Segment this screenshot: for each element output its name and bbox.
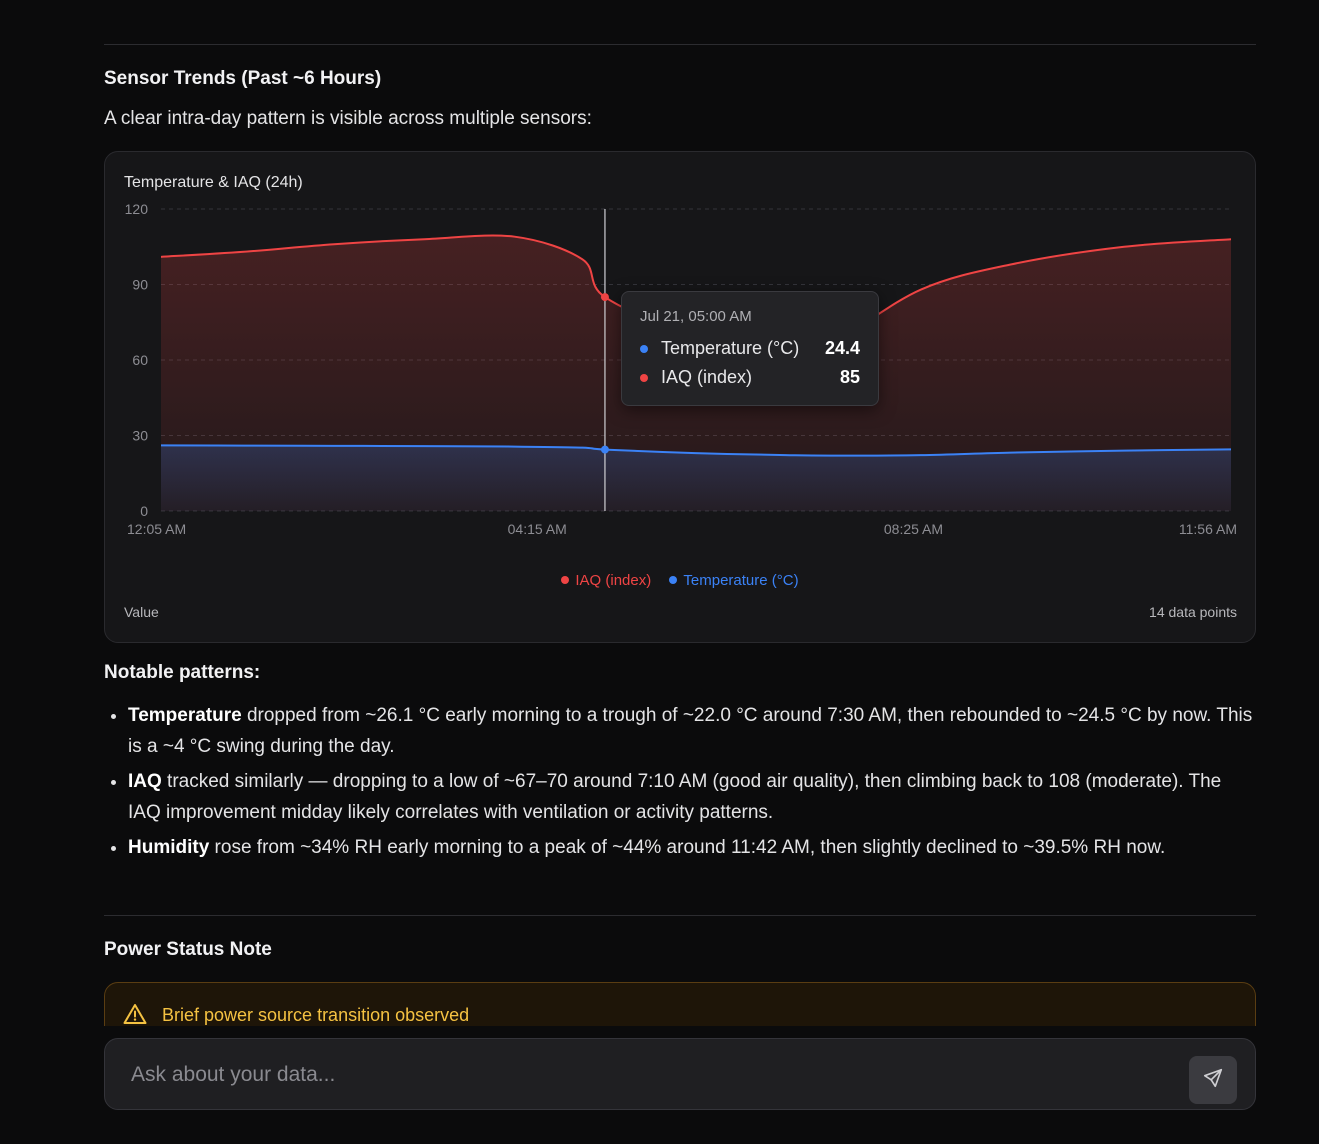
alert-text: Brief power source transition observed — [162, 1005, 470, 1025]
tooltip-series-value: 85 — [839, 367, 860, 387]
legend-label: IAQ (index) — [575, 571, 652, 589]
send-icon — [1202, 1067, 1224, 1094]
x-tick-label: 11:56 AM — [1179, 521, 1237, 537]
chart-card: Temperature & IAQ (24h) 0 30 60 90 120 12:05 … — [104, 151, 1256, 643]
warning-icon — [123, 1003, 147, 1026]
active-point-temperature — [600, 445, 609, 454]
section-title-notable-patterns: Notable patterns: — [104, 662, 261, 683]
tooltip-date: Jul 21, 05:00 AM — [640, 308, 752, 325]
y-tick-label: 30 — [132, 428, 148, 444]
divider — [104, 44, 1256, 45]
chat-input[interactable] — [129, 1039, 1173, 1111]
y-tick-label: 0 — [140, 503, 148, 519]
x-tick-label: 12:05 AM — [127, 521, 186, 537]
pattern-label: Temperature — [128, 705, 242, 726]
y-tick-label: 60 — [132, 352, 148, 368]
tooltip-dot-temperature — [640, 344, 648, 353]
legend-dot-iaq — [561, 576, 570, 584]
chat-content: Sensor Trends (Past ~6 Hours) A clear in… — [104, 0, 1256, 1026]
legend-dot-temperature — [669, 576, 678, 584]
pattern-text: tracked similarly — dropping to a low of… — [128, 771, 1222, 823]
tooltip-row: Temperature (°C) 24.4 — [640, 338, 860, 359]
trends-intro: A clear intra-day pattern is visible acr… — [104, 108, 592, 129]
x-tick-label: 08:25 AM — [884, 521, 943, 537]
tooltip-dot-iaq — [640, 373, 648, 382]
divider — [104, 915, 1256, 916]
chart-tooltip: Jul 21, 05:00 AM Temperature (°C) 24.4 I… — [621, 291, 879, 406]
chart-legend: IAQ (index) Temperature (°C) — [105, 571, 1255, 589]
chart-data-point-count: 14 data points — [1149, 604, 1237, 620]
pattern-text: dropped from ~26.1 °C early morning to a… — [128, 705, 1253, 757]
send-button[interactable] — [1189, 1056, 1237, 1104]
active-point-iaq — [600, 293, 609, 302]
y-tick-label: 120 — [125, 201, 149, 217]
legend-label: Temperature (°C) — [683, 571, 799, 589]
tooltip-row: IAQ (index) 85 — [640, 367, 860, 388]
list-item: Temperature dropped from ~26.1 °C early … — [128, 700, 1256, 762]
chart-footer-label: Value — [124, 604, 159, 620]
tooltip-series-value: 24.4 — [824, 338, 860, 358]
pattern-label: IAQ — [128, 771, 162, 792]
section-title-power-status: Power Status Note — [104, 939, 272, 960]
power-alert: Brief power source transition observed — [104, 982, 1256, 1026]
legend-item-iaq[interactable]: IAQ (index) — [561, 572, 651, 589]
x-tick-label: 04:15 AM — [508, 521, 567, 537]
pattern-text: rose from ~34% RH early morning to a pea… — [209, 837, 1166, 858]
pattern-label: Humidity — [128, 837, 210, 858]
list-item: Humidity rose from ~34% RH early morning… — [128, 832, 1256, 863]
list-item: IAQ tracked similarly — dropping to a lo… — [128, 766, 1256, 828]
tooltip-series-name: Temperature (°C) — [661, 338, 800, 358]
patterns-list: Temperature dropped from ~26.1 °C early … — [104, 700, 1256, 867]
y-tick-label: 90 — [132, 277, 148, 293]
tooltip-series-name: IAQ (index) — [661, 367, 753, 387]
series-area-temperature — [161, 445, 1231, 511]
section-title-sensor-trends: Sensor Trends (Past ~6 Hours) — [104, 68, 382, 89]
chat-input-bar — [104, 1038, 1256, 1111]
legend-item-temperature[interactable]: Temperature (°C) — [669, 571, 799, 589]
